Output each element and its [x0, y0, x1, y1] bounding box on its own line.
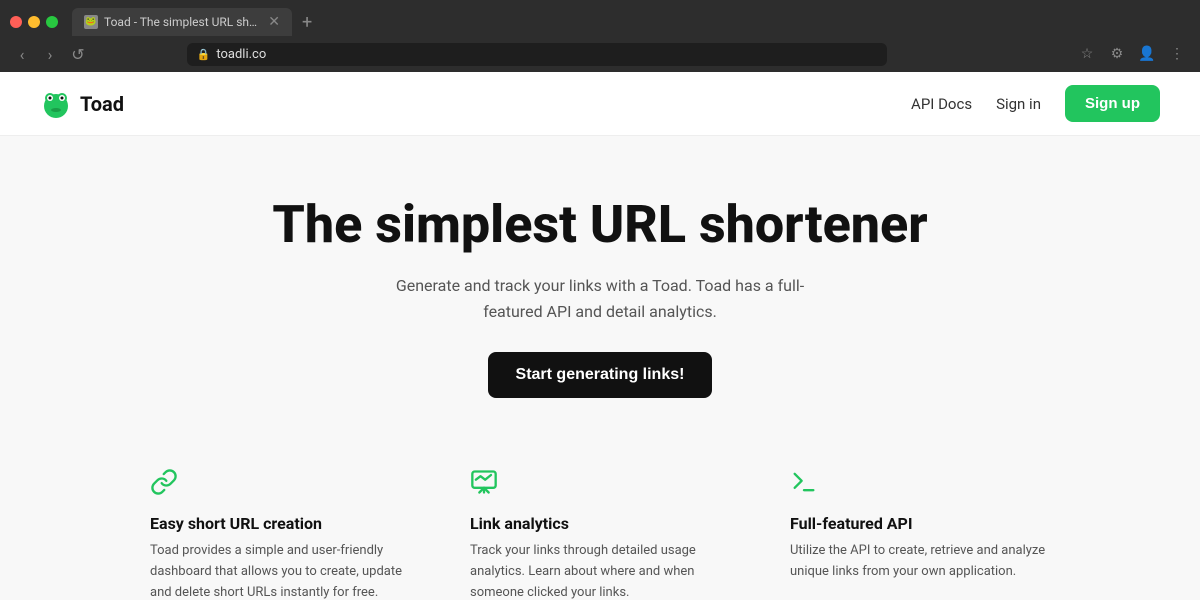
sign-up-button[interactable]: Sign up [1065, 85, 1160, 122]
profile-icon[interactable]: 👤 [1136, 43, 1158, 65]
traffic-lights [10, 16, 58, 28]
browser-window: 🐸 Toad - The simplest URL shor... ✕ + ‹ … [0, 0, 1200, 600]
tab-bar: 🐸 Toad - The simplest URL shor... ✕ + [0, 0, 1200, 36]
website-content: Toad API Docs Sign in Sign up The simple… [0, 72, 1200, 600]
lock-icon: 🔒 [197, 48, 211, 61]
feature-api: Full-featured API Utilize the API to cre… [790, 468, 1050, 600]
browser-tab-active[interactable]: 🐸 Toad - The simplest URL shor... ✕ [72, 8, 292, 36]
feature-analytics-desc: Track your links through detailed usage … [470, 541, 730, 600]
back-button[interactable]: ‹ [12, 45, 32, 64]
feature-api-desc: Utilize the API to create, retrieve and … [790, 541, 1050, 583]
tab-close-button[interactable]: ✕ [268, 15, 280, 29]
link-icon [150, 468, 410, 502]
tab-favicon-icon: 🐸 [84, 15, 98, 29]
bookmark-icon[interactable]: ☆ [1076, 43, 1098, 65]
url-input[interactable]: 🔒 toadli.co [187, 43, 887, 66]
feature-analytics: Link analytics Track your links through … [470, 468, 730, 600]
terminal-icon [790, 468, 1050, 502]
maximize-window-button[interactable] [46, 16, 58, 28]
site-logo[interactable]: Toad [40, 88, 124, 120]
new-tab-button[interactable]: + [302, 12, 312, 33]
feature-api-title: Full-featured API [790, 514, 1050, 533]
url-text: toadli.co [216, 47, 266, 62]
feature-url-desc: Toad provides a simple and user-friendly… [150, 541, 410, 600]
sign-in-link[interactable]: Sign in [996, 95, 1041, 113]
close-window-button[interactable] [10, 16, 22, 28]
site-nav: Toad API Docs Sign in Sign up [0, 72, 1200, 136]
extensions-icon[interactable]: ⚙ [1106, 43, 1128, 65]
analytics-icon [470, 468, 730, 502]
browser-chrome: 🐸 Toad - The simplest URL shor... ✕ + ‹ … [0, 0, 1200, 72]
menu-icon[interactable]: ⋮ [1166, 43, 1188, 65]
feature-url-title: Easy short URL creation [150, 514, 410, 533]
cta-button[interactable]: Start generating links! [488, 352, 713, 398]
hero-subtitle: Generate and track your links with a Toa… [380, 273, 820, 324]
api-docs-link[interactable]: API Docs [911, 95, 972, 113]
logo-frog-icon [40, 88, 72, 120]
nav-actions: API Docs Sign in Sign up [911, 85, 1160, 122]
browser-action-buttons: ☆ ⚙ 👤 ⋮ [1076, 43, 1188, 65]
feature-analytics-title: Link analytics [470, 514, 730, 533]
tab-title: Toad - The simplest URL shor... [104, 15, 262, 29]
forward-button[interactable]: › [40, 45, 60, 64]
features-section: Easy short URL creation Toad provides a … [0, 438, 1200, 600]
logo-text: Toad [80, 92, 124, 116]
hero-section: The simplest URL shortener Generate and … [0, 136, 1200, 438]
hero-title: The simplest URL shortener [272, 196, 927, 253]
address-bar: ‹ › ↺ 🔒 toadli.co ☆ ⚙ 👤 ⋮ [0, 36, 1200, 72]
minimize-window-button[interactable] [28, 16, 40, 28]
reload-button[interactable]: ↺ [68, 45, 88, 64]
feature-url-creation: Easy short URL creation Toad provides a … [150, 468, 410, 600]
